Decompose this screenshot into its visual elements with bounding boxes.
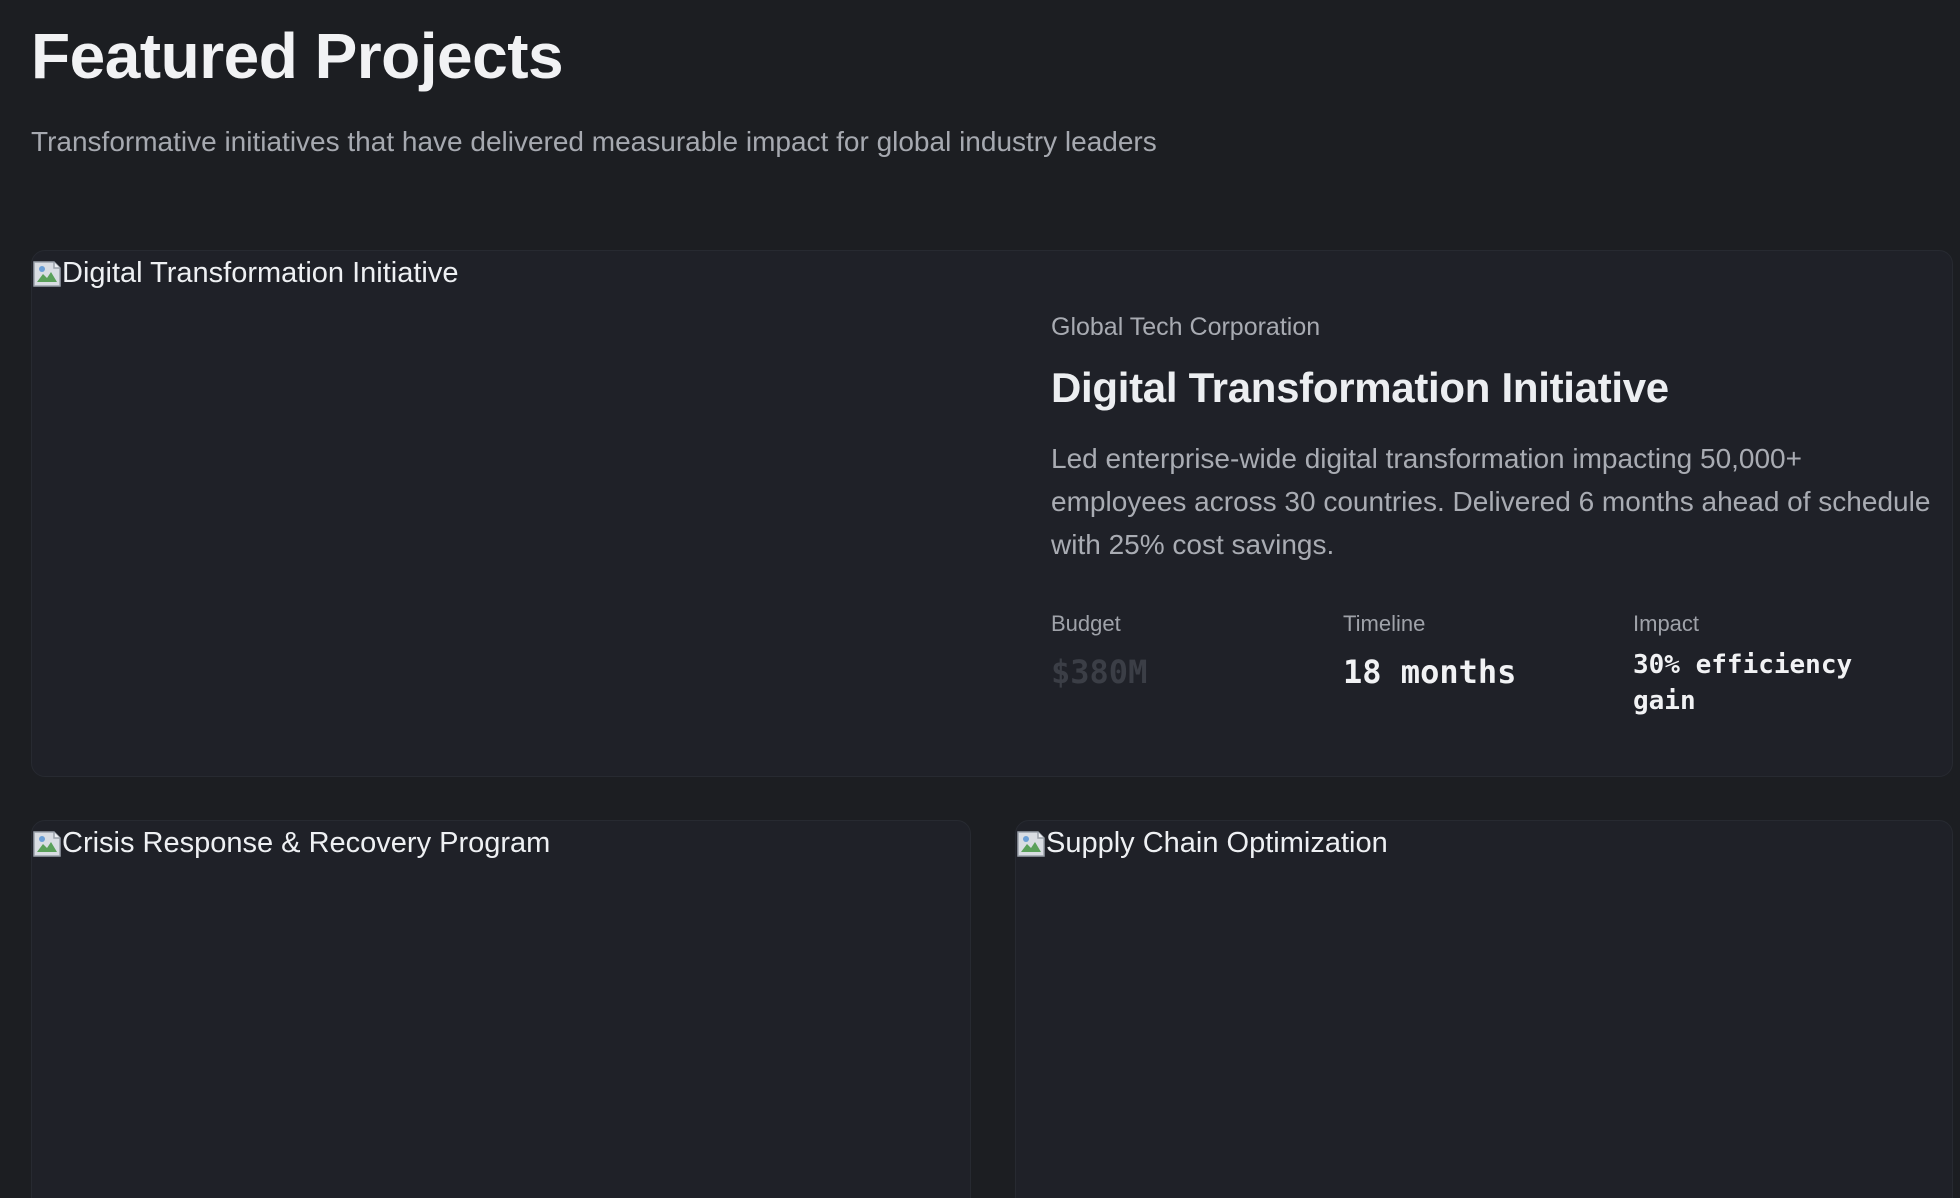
metric-impact-value: 30% efficiency gain <box>1633 650 1853 716</box>
broken-image-icon <box>1016 828 1046 858</box>
project-image: Crisis Response & Recovery Program <box>32 821 550 865</box>
project-description: Led enterprise-wide digital transformati… <box>1051 443 1931 560</box>
featured-project-card[interactable]: Digital Transformation Initiative Global… <box>31 250 1953 777</box>
project-image-alt-text: Supply Chain Optimization <box>1046 827 1388 859</box>
metric-timeline: Timeline 18 months <box>1343 609 1516 691</box>
project-card[interactable]: Supply Chain Optimization <box>1015 820 1953 1198</box>
metric-budget-label: Budget <box>1051 611 1121 636</box>
metric-timeline-value: 18 months <box>1343 653 1517 691</box>
metric-timeline-label: Timeline <box>1343 611 1426 636</box>
page-subtitle: Transformative initiatives that have del… <box>31 126 1157 157</box>
project-image-alt-text: Crisis Response & Recovery Program <box>62 827 551 859</box>
project-title[interactable]: Digital Transformation Initiative <box>1051 361 1669 415</box>
metric-impact-label: Impact <box>1633 611 1700 636</box>
broken-image-icon <box>32 258 62 288</box>
featured-project-image: Digital Transformation Initiative <box>32 251 459 295</box>
client-name: Global Tech Corporation <box>1051 313 1321 341</box>
project-card[interactable]: Crisis Response & Recovery Program <box>31 820 971 1198</box>
metric-impact: Impact 30% efficiency gain <box>1633 609 1923 719</box>
page-title: Featured Projects <box>31 20 564 92</box>
project-image: Supply Chain Optimization <box>1016 821 1388 865</box>
featured-image-alt-text: Digital Transformation Initiative <box>62 257 459 289</box>
metric-budget-value: $380M <box>1051 653 1148 691</box>
broken-image-icon <box>32 828 62 858</box>
metric-budget: Budget $380M <box>1051 609 1147 691</box>
page: Featured Projects Transformative initiat… <box>0 0 1960 1198</box>
